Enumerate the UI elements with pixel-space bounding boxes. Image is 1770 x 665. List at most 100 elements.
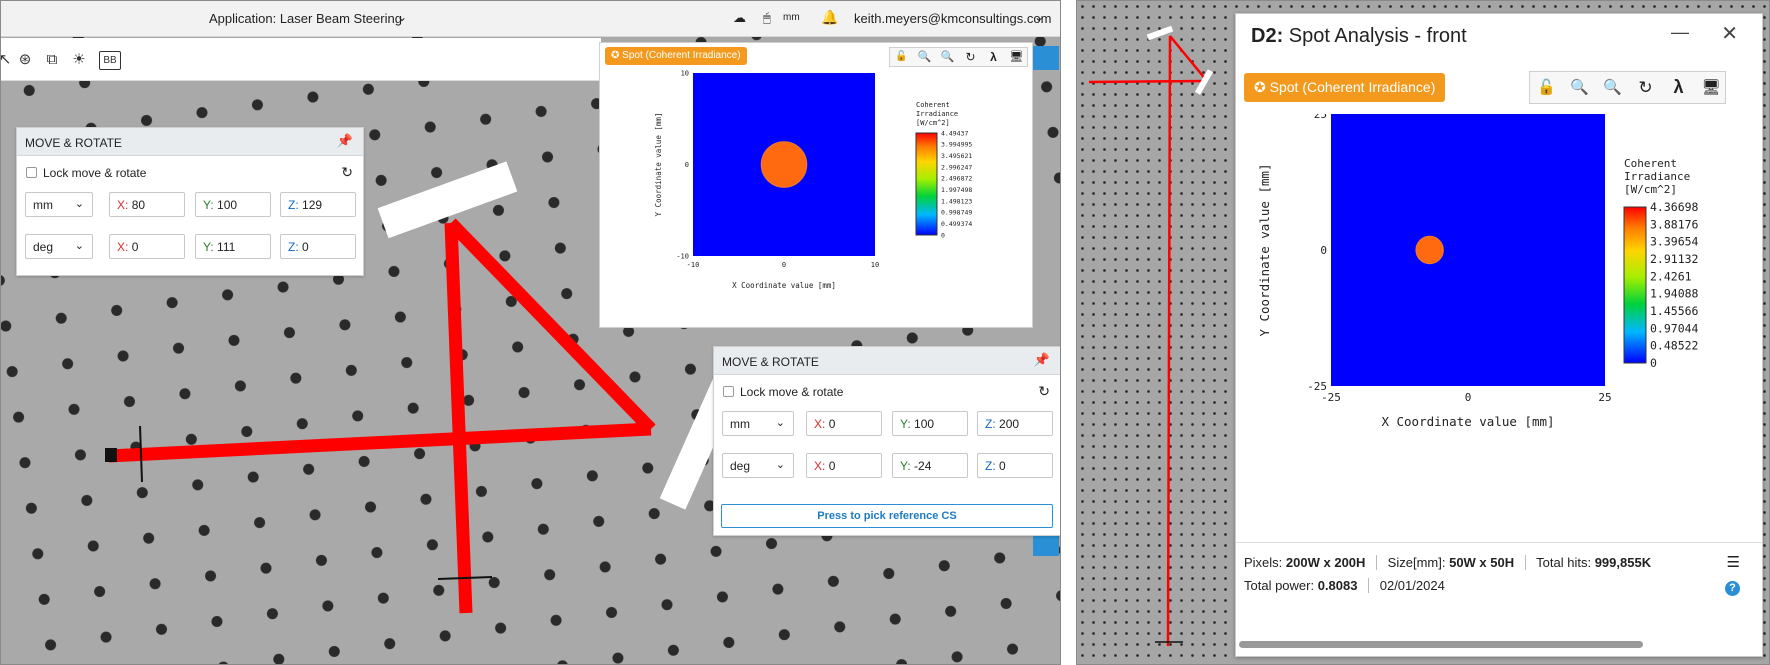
colorbar-tick-label: 1.498123	[941, 197, 972, 205]
detector-icon[interactable]: ⧉	[42, 50, 62, 70]
spot-heatmap-chart[interactable]: -25 0 25 25 0 -25 X Coordinate value [mm] Y Coo…	[1236, 114, 1762, 514]
window-title: D2: Spot Analysis - front	[1251, 25, 1467, 47]
spot-heatmap-chart-small[interactable]: -10 0 10 10 0 -10 X Coordinate value [mm] Y Coo…	[600, 43, 1034, 329]
colorbar-tick-label: 3.495621	[941, 152, 972, 160]
menu-icon[interactable]: ☰	[1727, 553, 1740, 571]
y-tick-label: 0	[685, 161, 689, 169]
colorbar-tick-label: 2.4261	[1650, 269, 1692, 283]
y-axis-label: Y Coordinate value [mm]	[1257, 163, 1272, 336]
scene-toolbar: ↖ ⊛ ⧉ ☀ BB	[1, 38, 601, 81]
reset-icon[interactable]: ↻	[1038, 383, 1050, 400]
colorbar-tick-label: 1.94088	[1650, 287, 1699, 301]
units-label[interactable]: mm	[783, 12, 800, 23]
position-unit-select[interactable]: mm ⌄	[722, 411, 794, 436]
colorbar-title-line: Coherent	[916, 101, 950, 109]
colorbar-tick-label: 1.997498	[941, 186, 972, 194]
y-tick-label: 25	[1314, 114, 1327, 121]
rotation-y-field[interactable]: Y: -24	[892, 453, 968, 478]
pixels-value: 200W x 200H	[1285, 555, 1366, 570]
hits-value: 999,855K	[1594, 555, 1652, 570]
application-selector[interactable]: Application: Laser Beam Steering	[209, 11, 402, 26]
beam-source[interactable]	[105, 448, 117, 462]
status-bar: Pixels: 200W x 200H Size[mm]: 50W x 50H …	[1236, 542, 1762, 596]
lock-checkbox[interactable]	[723, 386, 734, 397]
x-tick-label: 0	[782, 261, 786, 269]
colorbar-tick-label: 4.36698	[1650, 200, 1699, 214]
x-axis-label: X Coordinate value [mm]	[732, 281, 836, 290]
pin-icon[interactable]: 📌	[337, 133, 353, 149]
irradiance-spot	[1415, 235, 1444, 265]
spot-analysis-window: D2: Spot Analysis - front — ✕ ✪ Spot (Co…	[1235, 13, 1763, 657]
horizontal-scrollbar[interactable]	[1239, 641, 1643, 648]
position-unit-select[interactable]: mm ⌄	[25, 192, 93, 217]
zoom-out-icon[interactable]: 🔍	[1596, 72, 1629, 103]
position-x-field[interactable]: X: 80	[109, 192, 185, 217]
monitor-icon[interactable]: 🖥	[1695, 72, 1727, 103]
unlock-icon[interactable]: 🔓	[1530, 72, 1563, 103]
heatmap-plot-area	[1331, 114, 1605, 386]
beam-source-icon[interactable]: ⊛	[15, 50, 35, 70]
date-value: 02/01/2024	[1379, 578, 1445, 593]
colorbar-title-line: [W/cm^2]	[1624, 183, 1677, 196]
position-z-field[interactable]: Z: 129	[280, 192, 356, 217]
close-icon[interactable]: ✕	[1721, 21, 1738, 46]
reset-icon[interactable]: ↻	[341, 164, 353, 181]
colorbar-tick-label: 4.49437	[941, 129, 968, 137]
x-axis-label: X Coordinate value [mm]	[1381, 414, 1554, 429]
spot-mode-badge[interactable]: ✪ Spot (Coherent Irradiance)	[1244, 73, 1446, 102]
colorbar-tick-label: 2.91132	[1650, 252, 1698, 266]
position-y-field[interactable]: Y: 100	[195, 192, 271, 217]
lock-checkbox[interactable]	[26, 167, 37, 178]
colorbar	[915, 132, 938, 236]
move-rotate-panel-1: MOVE & ROTATE 📌 Lock move & rotate ↻ mm ⌄…	[16, 127, 364, 276]
pin-icon[interactable]: 📌	[1034, 352, 1050, 368]
lock-label: Lock move & rotate	[43, 166, 147, 180]
colorbar-title-line: [W/cm^2]	[916, 119, 950, 127]
user-account[interactable]: keith.meyers@kmconsultings.com	[854, 11, 1051, 26]
refresh-icon[interactable]: ↻	[1629, 72, 1662, 103]
help-icon[interactable]: ?	[1725, 581, 1740, 596]
rotation-z-field[interactable]: Z: 0	[977, 453, 1053, 478]
zoom-in-icon[interactable]: 🔍	[1563, 72, 1596, 103]
spot-icon: ✪	[1254, 79, 1266, 95]
beam-horizontal	[1088, 79, 1208, 84]
chevron-down-icon[interactable]: ⌄	[397, 10, 407, 24]
light-icon[interactable]: ☀	[69, 50, 89, 70]
cloud-download-icon[interactable]: ☁	[733, 10, 746, 26]
rotation-y-field[interactable]: Y: 111	[195, 234, 271, 259]
position-z-field[interactable]: Z: 200	[977, 411, 1053, 436]
rotation-x-field[interactable]: X: 0	[806, 453, 882, 478]
minimize-icon[interactable]: —	[1671, 22, 1689, 43]
beam-diagonal	[1169, 35, 1208, 82]
mouse-icon[interactable]: 🖱	[763, 10, 771, 26]
colorbar-tick-label: 0.998749	[941, 209, 972, 217]
colorbar-tick-label: 0.97044	[1650, 321, 1699, 335]
notification-bell-icon[interactable]: 🔔	[821, 9, 838, 26]
position-x-field[interactable]: X: 0	[806, 411, 882, 436]
rotation-unit-select[interactable]: deg ⌄	[722, 453, 794, 478]
colorbar-tick-label: 0	[1650, 356, 1657, 370]
pick-reference-cs-button[interactable]: Press to pick reference CS	[721, 504, 1053, 528]
chevron-down-icon[interactable]: ⌄	[1034, 10, 1044, 24]
colorbar-title-line: Irradiance	[916, 110, 958, 118]
colorbar-tick-label: 3.994995	[941, 141, 972, 149]
position-y-field[interactable]: Y: 100	[892, 411, 968, 436]
chart-toolbar: 🔓 🔍 🔍 ↻ λ 🖥	[1529, 71, 1726, 104]
cursor-icon[interactable]: ↖	[1, 50, 15, 70]
hits-label: Total hits:	[1536, 555, 1592, 570]
size-value: 50W x 50H	[1449, 555, 1515, 570]
wavelength-icon[interactable]: λ	[1662, 72, 1695, 103]
main-app-window: Application: Laser Beam Steering ⌄ ☁ 🖱 m…	[0, 0, 1061, 665]
bounding-box-icon[interactable]: BB	[99, 51, 121, 70]
rotation-z-field[interactable]: Z: 0	[280, 234, 356, 259]
lock-label: Lock move & rotate	[740, 385, 844, 399]
hidden-dropdown-button[interactable]	[1033, 46, 1059, 70]
rotation-unit-select[interactable]: deg ⌄	[25, 234, 93, 259]
colorbar-tick-label: 3.39654	[1650, 235, 1699, 249]
power-label: Total power:	[1244, 578, 1315, 593]
y-tick-label: 10	[681, 69, 689, 77]
colorbar-tick-label: 3.88176	[1650, 217, 1699, 231]
spot-analysis-popup: ✪ Spot (Coherent Irradiance) 🔓 🔍 🔍 ↻ λ 🖥…	[599, 42, 1033, 328]
irradiance-spot	[760, 141, 808, 188]
rotation-x-field[interactable]: X: 0	[109, 234, 185, 259]
